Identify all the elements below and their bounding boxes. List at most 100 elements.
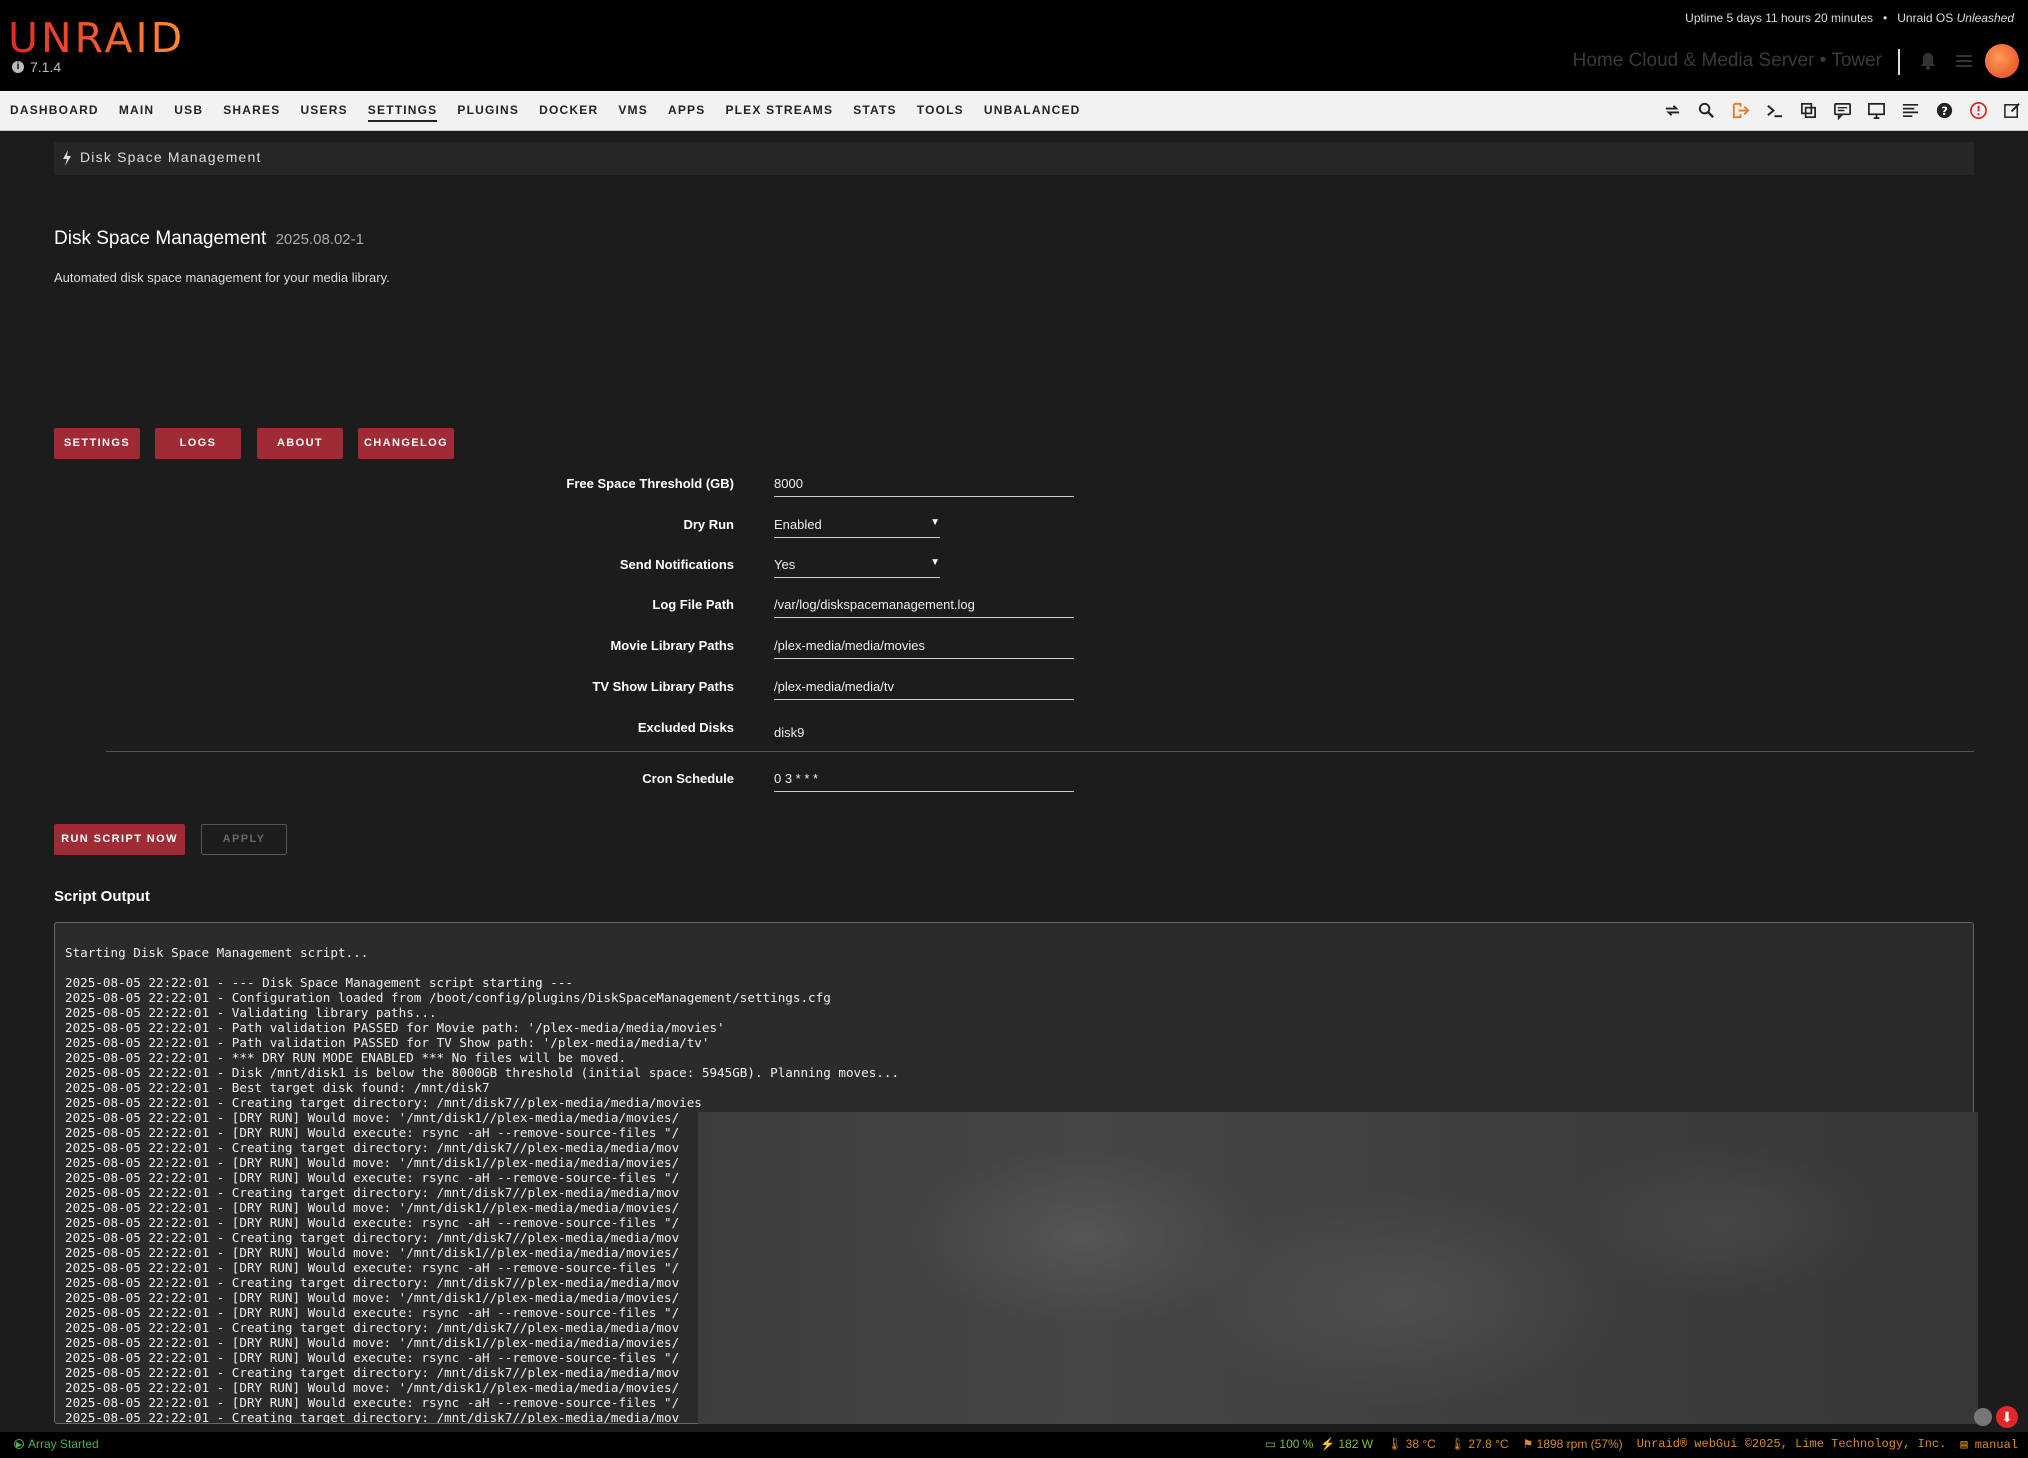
tv-label: TV Show Library Paths [592,679,734,694]
help-icon[interactable]: ? [1935,101,1954,120]
output-line: 2025-08-05 22:22:01 - Creating target di… [65,1095,702,1110]
nav-tab-tools[interactable]: TOOLS [907,91,974,130]
nav-tabs: DASHBOARD MAIN USB SHARES USERS SETTINGS… [10,91,1091,130]
manual-link[interactable]: ▤ manual [1960,1437,2018,1452]
feedback-icon[interactable] [1833,101,1852,120]
nav-toolbar: ? [1663,91,2022,130]
nav-tab-main[interactable]: MAIN [109,91,164,130]
notify-select[interactable]: Yes ▼ [774,555,940,578]
manual-text: manual [1974,1438,2018,1452]
breadcrumb: Disk Space Management [80,149,262,165]
info-icon: i [12,61,24,73]
nav-tab-unbalanced[interactable]: UNBALANCED [974,91,1091,130]
version-text: 7.1.4 [30,59,62,75]
tv-input[interactable]: /plex-media/media/tv [774,677,1074,700]
cron-label: Cron Schedule [642,771,734,786]
run-script-button[interactable]: RUN SCRIPT NOW [54,824,185,855]
nav-tab-apps[interactable]: APPS [658,91,715,130]
movies-input[interactable]: /plex-media/media/movies [774,636,1074,659]
search-icon[interactable] [1697,101,1716,120]
breadcrumb-bar [54,142,1974,175]
dryrun-label: Dry Run [683,517,734,532]
nav-tab-users[interactable]: USERS [290,91,357,130]
cpu-temp: 🌡 38 °C [1387,1437,1436,1451]
chevron-down-icon: ▼ [930,517,940,528]
output-line: 2025-08-05 22:22:01 - --- Disk Space Man… [65,975,573,990]
script-output-title: Script Output [54,888,150,905]
copyright: Unraid® webGui ©2025, Lime Technology, I… [1636,1437,1947,1451]
nav-tab-usb[interactable]: USB [164,91,213,130]
main-nav: DASHBOARD MAIN USB SHARES USERS SETTINGS… [0,91,2028,131]
display-icon[interactable] [1867,101,1886,120]
tab-changelog[interactable]: CHANGELOG [358,428,454,459]
system-stats: ▭ 100 % ⚡ 182 W 🌡 38 °C 🌡 27.8 °C ⚑ 1898… [1265,1437,2018,1452]
excluded-disks-value[interactable]: disk9 [774,725,804,740]
tab-about[interactable]: ABOUT [257,428,343,459]
dryrun-value: Enabled [774,517,822,532]
threshold-label: Free Space Threshold (GB) [566,476,734,491]
os-name: Unraid OS [1897,11,1954,25]
logout-icon[interactable] [1731,101,1750,120]
output-line: 2025-08-05 22:22:01 - Path validation PA… [65,1020,725,1035]
battery-value: 100 % [1279,1437,1314,1451]
battery-status: ▭ 100 % ⚡ 182 W [1264,1437,1374,1451]
play-icon: ▶ [14,1439,24,1449]
temp1-value: 38 °C [1405,1437,1436,1451]
form-divider [106,751,1974,752]
plugin-version: 2025.08.02-1 [275,231,364,248]
alert-icon[interactable] [1969,101,1988,120]
chevron-down-icon: ▼ [930,557,940,568]
bell-icon[interactable] [1918,51,1938,71]
tab-settings[interactable]: SETTINGS [54,428,140,459]
output-line: Starting Disk Space Management script... [65,945,369,960]
scroll-indicator[interactable] [1974,1408,1992,1426]
page-title: Disk Space Management 2025.08.02-1 [54,228,364,250]
tab-logs[interactable]: LOGS [155,428,241,459]
array-status: ▶ Array Started [14,1437,99,1451]
output-line: 2025-08-05 22:22:01 - Path validation PA… [65,1035,710,1050]
logpath-input[interactable]: /var/log/diskspacemanagement.log [774,595,1074,618]
dryrun-select[interactable]: Enabled ▼ [774,515,940,538]
svg-text:?: ? [1941,104,1948,118]
nav-tab-plex-streams[interactable]: PLEX STREAMS [715,91,843,130]
output-line: 2025-08-05 22:22:01 - Validating library… [65,1005,437,1020]
movies-label: Movie Library Paths [610,638,734,653]
output-line: 2025-08-05 22:22:01 - *** DRY RUN MODE E… [65,1050,627,1065]
apply-button[interactable]: APPLY [201,824,287,855]
unraid-logo[interactable]: UNRAID [8,14,185,62]
terminal-icon[interactable] [1765,101,1784,120]
fan-value: 1898 rpm (57%) [1536,1437,1623,1451]
os-version[interactable]: i 7.1.4 [12,59,61,75]
temp2-value: 27.8 °C [1468,1437,1509,1451]
scroll-down-icon[interactable]: ⬇ [1996,1406,2018,1428]
cron-input[interactable]: 0 3 * * * [774,769,1074,792]
nav-tab-settings[interactable]: SETTINGS [358,91,448,130]
threshold-input[interactable]: 8000 [774,474,1074,497]
refresh-icon[interactable] [1663,101,1682,120]
nav-tab-docker[interactable]: DOCKER [529,91,608,130]
nav-tab-vms[interactable]: VMS [608,91,658,130]
copy-icon[interactable] [1799,101,1818,120]
hamburger-menu-icon[interactable] [1956,54,1972,68]
nav-tab-plugins[interactable]: PLUGINS [447,91,529,130]
uptime-text: Uptime 5 days 11 hours 20 minutes [1685,11,1874,25]
array-status-text: Array Started [28,1437,99,1451]
board-temp: 🌡 27.8 °C [1449,1437,1509,1451]
output-line: 2025-08-05 22:22:01 - Disk /mnt/disk1 is… [65,1065,900,1080]
title-text: Disk Space Management [54,228,267,249]
logpath-label: Log File Path [652,597,734,612]
edit-icon[interactable] [2003,101,2022,120]
output-line: 2025-08-05 22:22:01 - Configuration load… [65,990,831,1005]
nav-tab-dashboard[interactable]: DASHBOARD [10,91,109,130]
page-description: Automated disk space management for your… [54,270,390,285]
nav-tab-stats[interactable]: STATS [843,91,907,130]
uptime-status: Uptime 5 days 11 hours 20 minutes • Unra… [1685,11,2014,25]
redacted-region [698,1112,1978,1424]
notify-label: Send Notifications [619,557,734,572]
fan-speed: ⚑ 1898 rpm (57%) [1522,1437,1623,1451]
log-icon[interactable] [1901,101,1920,120]
nav-tab-shares[interactable]: SHARES [213,91,290,130]
power-value: 182 W [1338,1437,1374,1451]
user-avatar[interactable] [1985,44,2019,78]
